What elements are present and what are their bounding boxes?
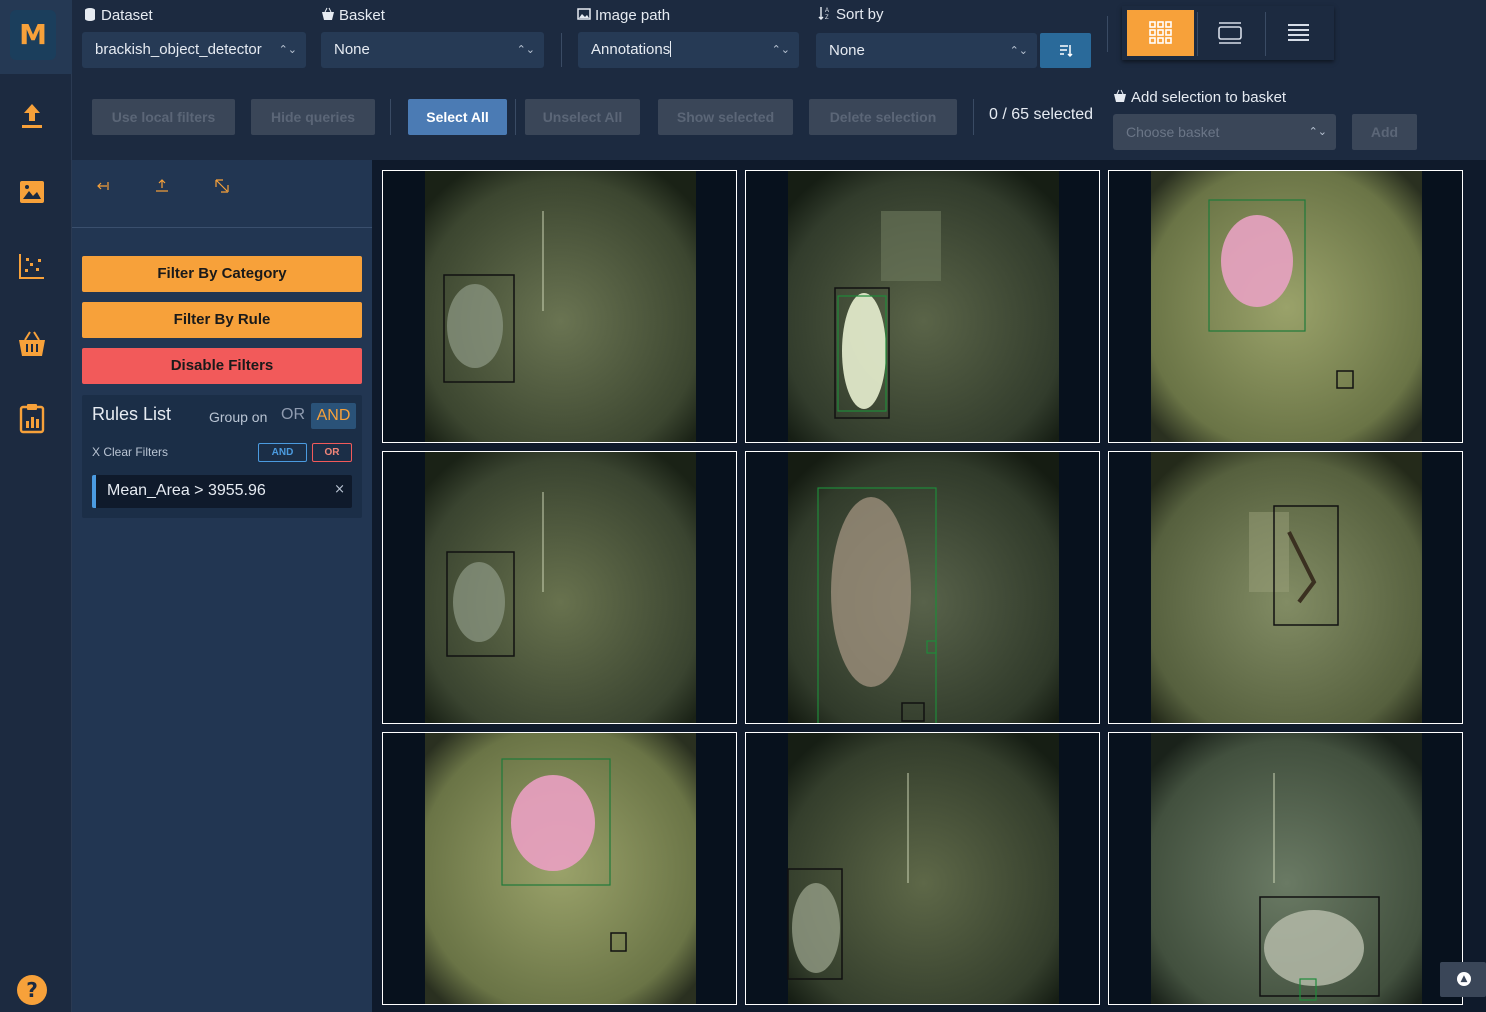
image-card[interactable] (1108, 170, 1463, 443)
basket-select[interactable]: None ⌃⌄ (321, 32, 544, 68)
hide-queries-button[interactable]: Hide queries (251, 99, 375, 135)
add-or-rule-button[interactable]: OR (312, 443, 352, 462)
report-icon[interactable] (16, 402, 48, 434)
sort-desc-icon (1060, 45, 1073, 58)
image-thumbnail (425, 171, 696, 442)
list-icon (1288, 24, 1309, 41)
top-toolbar: Dataset brackish_object_detector ⌃⌄ Baske… (72, 0, 1486, 160)
basket-small-icon (1114, 89, 1126, 102)
image-card[interactable] (382, 732, 737, 1005)
image-icon[interactable] (16, 176, 48, 208)
panel-toolbar (72, 160, 372, 228)
image-small-icon (577, 8, 591, 20)
filter-by-rule-button[interactable]: Filter By Rule (82, 302, 362, 338)
view-mode-group (1122, 6, 1334, 60)
chevron-updown-icon: ⌃⌄ (771, 44, 790, 56)
divider (1107, 16, 1108, 52)
svg-text:A: A (825, 8, 829, 14)
dataset-select[interactable]: brackish_object_detector ⌃⌄ (82, 32, 306, 68)
selection-count: 0 / 65 selected (989, 106, 1094, 123)
image-grid (382, 170, 1464, 1005)
sidebar-rail: M ? (0, 0, 72, 1012)
clear-filters-link[interactable]: X Clear Filters (92, 445, 168, 459)
image-thumbnail (425, 452, 696, 723)
group-on-label: Group on (209, 409, 268, 425)
image-thumbnail (787, 733, 1059, 1004)
image-card[interactable] (745, 732, 1100, 1005)
export-icon[interactable] (154, 178, 170, 194)
chevron-updown-icon: ⌃⌄ (1009, 45, 1028, 57)
filter-panel: Filter By Category Filter By Rule Disabl… (72, 160, 372, 1012)
grid-view-button[interactable] (1127, 10, 1194, 56)
rule-item[interactable]: Mean_Area > 3955.96 × (92, 475, 352, 508)
group-and-toggle[interactable]: AND (311, 403, 356, 429)
collapse-left-icon[interactable] (94, 178, 110, 194)
select-all-button[interactable]: Select All (408, 99, 507, 135)
rule-text: Mean_Area > 3955.96 (107, 482, 266, 499)
chevron-updown-icon: ⌃⌄ (1308, 126, 1327, 138)
choose-basket-select[interactable]: Choose basket ⌃⌄ (1113, 114, 1336, 150)
image-path-select[interactable]: Annotations ⌃⌄ (578, 32, 799, 68)
rules-list-title: Rules List (92, 404, 172, 424)
upload-icon[interactable] (16, 100, 48, 132)
image-thumbnail (788, 452, 1059, 723)
image-thumbnail (1151, 733, 1422, 1004)
image-card[interactable] (745, 451, 1100, 724)
image-card[interactable] (382, 170, 737, 443)
grid-icon (1149, 21, 1172, 44)
image-card[interactable] (382, 451, 737, 724)
show-selected-button[interactable]: Show selected (658, 99, 793, 135)
group-or-toggle[interactable]: OR (281, 406, 305, 424)
sort-direction-button[interactable] (1040, 33, 1091, 68)
image-card[interactable] (1108, 451, 1463, 724)
add-to-basket-button[interactable]: Add (1352, 114, 1417, 150)
disable-filters-button[interactable]: Disable Filters (82, 348, 362, 384)
add-to-basket-label: Add selection to basket (1113, 89, 1286, 106)
delete-selection-button[interactable]: Delete selection (809, 99, 957, 135)
chevron-updown-icon: ⌃⌄ (278, 44, 297, 56)
chevron-updown-icon: ⌃⌄ (516, 44, 535, 56)
image-thumbnail (1151, 452, 1422, 723)
basket-small-icon (322, 7, 334, 20)
use-local-filters-button[interactable]: Use local filters (92, 99, 235, 135)
carousel-icon (1218, 22, 1242, 44)
database-icon (85, 8, 95, 21)
sort-by-label: A Z Sort by (818, 6, 884, 23)
image-thumbnail (1151, 171, 1422, 442)
image-thumbnail (425, 733, 696, 1004)
image-card[interactable] (1108, 732, 1463, 1005)
app-logo[interactable]: M (10, 10, 56, 60)
image-card[interactable] (745, 170, 1100, 443)
help-icon[interactable]: ? (17, 975, 47, 1005)
filter-by-category-button[interactable]: Filter By Category (82, 256, 362, 292)
single-view-button[interactable] (1197, 10, 1264, 56)
list-view-button[interactable] (1265, 10, 1332, 56)
basket-icon[interactable] (16, 328, 48, 360)
scroll-to-top-button[interactable]: ▲ (1440, 962, 1486, 997)
image-path-label: Image path (577, 7, 670, 24)
chevron-up-icon: ▲ (1457, 972, 1471, 986)
sort-by-select[interactable]: None ⌃⌄ (816, 33, 1037, 68)
scatter-icon[interactable] (16, 250, 48, 282)
basket-label: Basket (321, 7, 385, 24)
logo-area: M (0, 0, 72, 74)
divider (561, 33, 562, 67)
remove-rule-icon[interactable]: × (334, 482, 345, 497)
expand-icon[interactable] (214, 178, 230, 194)
rules-list: Rules List Group on OR AND X Clear Filte… (82, 395, 362, 518)
add-and-rule-button[interactable]: AND (258, 443, 307, 462)
dataset-label: Dataset (83, 7, 153, 24)
sort-alpha-icon: AZ (818, 7, 829, 20)
image-thumbnail (788, 171, 1059, 442)
svg-text:Z: Z (825, 15, 829, 20)
unselect-all-button[interactable]: Unselect All (525, 99, 640, 135)
